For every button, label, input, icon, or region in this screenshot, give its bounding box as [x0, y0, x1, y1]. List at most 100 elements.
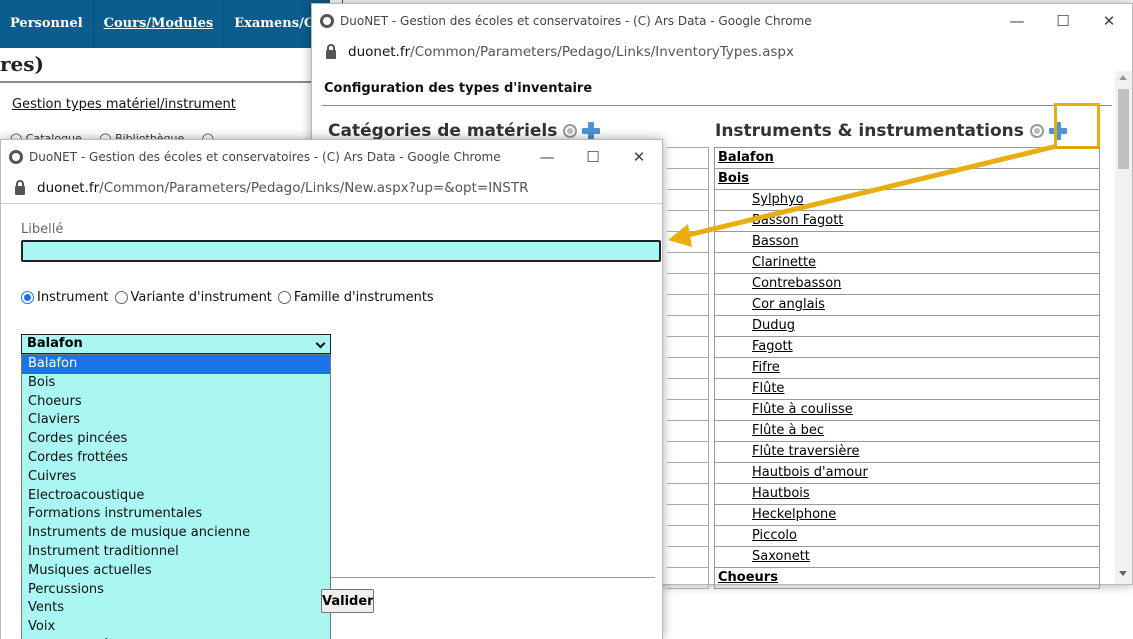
instrument-row: Saxonett: [715, 547, 1099, 568]
dropdown-option[interactable]: Cordes frottées: [22, 449, 330, 468]
instrument-link[interactable]: Fagott: [752, 339, 793, 354]
add-category-icon[interactable]: [582, 122, 601, 140]
type-radio-group: Instrument Variante d'instrument Famille d…: [21, 290, 440, 305]
title-divider: [0, 81, 315, 83]
dropdown-option[interactable]: Instrument traditionnel: [22, 543, 330, 562]
dropdown-option[interactable]: Cuivres: [22, 468, 330, 487]
close-button[interactable]: ✕: [616, 148, 662, 166]
maximize-button[interactable]: ☐: [1040, 12, 1086, 30]
instrument-link[interactable]: Choeurs: [718, 570, 778, 585]
nav-item-personnel[interactable]: Personnel: [0, 0, 94, 48]
chrome-icon: [320, 13, 334, 28]
minimize-button[interactable]: —: [524, 148, 570, 166]
heading-divider: [322, 105, 1112, 106]
instrument-link[interactable]: Flûte à bec: [752, 423, 824, 438]
instrument-row: Hautbois d'amour: [715, 463, 1099, 484]
parent-select[interactable]: Balafon: [21, 334, 331, 354]
url-path: /Common/Parameters/Pedago/Links/Inventor…: [410, 44, 794, 60]
scroll-thumb[interactable]: [1118, 89, 1129, 169]
category-row: [667, 526, 709, 547]
popup-form: Libellé Instrument Variante d'instrument F…: [1, 203, 662, 639]
settings-icon[interactable]: [1029, 124, 1044, 138]
category-row: [667, 148, 709, 169]
scroll-down-icon[interactable]: [1119, 571, 1127, 576]
chevron-down-icon: [315, 338, 326, 349]
top-navigation: Personnel Cours/Modules Examens/Con: [0, 0, 344, 48]
address-bar[interactable]: duonet.fr/Common/Parameters/Pedago/Links…: [312, 37, 1132, 67]
window-titlebar[interactable]: DuoNET - Gestion des écoles et conservat…: [312, 4, 1132, 37]
category-row: [667, 568, 709, 589]
instruments-heading-label: Instruments & instrumentations: [715, 121, 1024, 141]
new-item-popup-window: DuoNET - Gestion des écoles et conservat…: [0, 139, 663, 639]
libelle-input[interactable]: [21, 240, 661, 262]
category-row: [667, 358, 709, 379]
category-row: [667, 505, 709, 526]
instrument-link[interactable]: Hautbois d'amour: [752, 465, 868, 480]
instrument-link[interactable]: Basson Fagott: [752, 213, 843, 228]
minimize-button[interactable]: —: [994, 12, 1040, 30]
instrument-row: Hautbois: [715, 484, 1099, 505]
scroll-up-icon[interactable]: [1119, 75, 1127, 80]
parent-select-value: Balafon: [27, 336, 83, 351]
instrument-link[interactable]: Bois: [718, 171, 749, 186]
instrument-link[interactable]: Flûte à coulisse: [752, 402, 853, 417]
dropdown-option[interactable]: Claviers: [22, 411, 330, 430]
instrument-link[interactable]: Cor anglais: [752, 297, 825, 312]
category-row: [667, 316, 709, 337]
settings-icon[interactable]: [563, 124, 578, 138]
instrument-row: Heckelphone: [715, 505, 1099, 526]
instrument-link[interactable]: Contrebasson: [752, 276, 841, 291]
url-path: /Common/Parameters/Pedago/Links/New.aspx…: [99, 180, 529, 196]
instrument-link[interactable]: Dudug: [752, 318, 795, 333]
instrument-link[interactable]: Balafon: [718, 150, 774, 165]
instrument-family-row: Balafon: [715, 148, 1099, 169]
close-button[interactable]: ✕: [1086, 12, 1132, 30]
dropdown-option[interactable]: Balafon: [22, 355, 330, 374]
category-row: [667, 295, 709, 316]
type-radio-2[interactable]: [277, 291, 291, 304]
category-row: [667, 484, 709, 505]
vertical-scrollbar[interactable]: [1115, 71, 1132, 584]
dropdown-option[interactable]: Musiques actuelles: [22, 562, 330, 581]
dropdown-option[interactable]: Cordes pincées: [22, 430, 330, 449]
chrome-icon: [9, 149, 23, 164]
inventory-types-link[interactable]: Gestion types matériel/instrument: [12, 97, 236, 112]
dropdown-option[interactable]: Voix: [22, 618, 330, 637]
lock-icon: [326, 43, 336, 59]
instrument-link[interactable]: Clarinette: [752, 255, 816, 270]
nav-item-cours-modules[interactable]: Cours/Modules: [94, 0, 225, 48]
instrument-row: Contrebasson: [715, 274, 1099, 295]
popup-titlebar[interactable]: DuoNET - Gestion des écoles et conservat…: [1, 140, 662, 173]
categories-table: [667, 147, 709, 589]
instrument-link[interactable]: Hautbois: [752, 486, 810, 501]
category-row: [667, 463, 709, 484]
maximize-button[interactable]: ☐: [570, 148, 616, 166]
instrument-link[interactable]: Saxonett: [752, 549, 810, 564]
dropdown-option[interactable]: Bois: [22, 374, 330, 393]
valider-button[interactable]: Valider: [321, 589, 374, 613]
dropdown-option[interactable]: Instruments de musique ancienne: [22, 524, 330, 543]
add-instrument-highlight: [1054, 103, 1100, 149]
type-radio-0[interactable]: [21, 291, 34, 304]
instrument-link[interactable]: Flûte: [752, 381, 784, 396]
instrument-link[interactable]: Basson: [752, 234, 799, 249]
dropdown-option[interactable]: Electroacoustique: [22, 487, 330, 506]
instrument-link[interactable]: Sylphyo: [752, 192, 804, 207]
popup-url-text: duonet.fr/Common/Parameters/Pedago/Links…: [37, 180, 528, 196]
url-host: duonet.fr: [37, 180, 100, 196]
instrument-link[interactable]: Heckelphone: [752, 507, 836, 522]
category-row: [667, 190, 709, 211]
category-row: [667, 211, 709, 232]
dropdown-option[interactable]: Vents: [22, 599, 330, 618]
libelle-label: Libellé: [21, 222, 64, 237]
type-radio-label: Instrument: [37, 290, 109, 305]
categories-heading: Catégories de matériels: [328, 121, 601, 141]
instrument-link[interactable]: Piccolo: [752, 528, 797, 543]
dropdown-option[interactable]: Formations instrumentales: [22, 505, 330, 524]
popup-address-bar[interactable]: duonet.fr/Common/Parameters/Pedago/Links…: [1, 173, 662, 203]
dropdown-option[interactable]: Percussions: [22, 581, 330, 600]
type-radio-1[interactable]: [114, 291, 128, 304]
dropdown-option[interactable]: Choeurs: [22, 393, 330, 412]
instrument-link[interactable]: Flûte traversière: [752, 444, 859, 459]
instrument-link[interactable]: Fifre: [752, 360, 780, 375]
